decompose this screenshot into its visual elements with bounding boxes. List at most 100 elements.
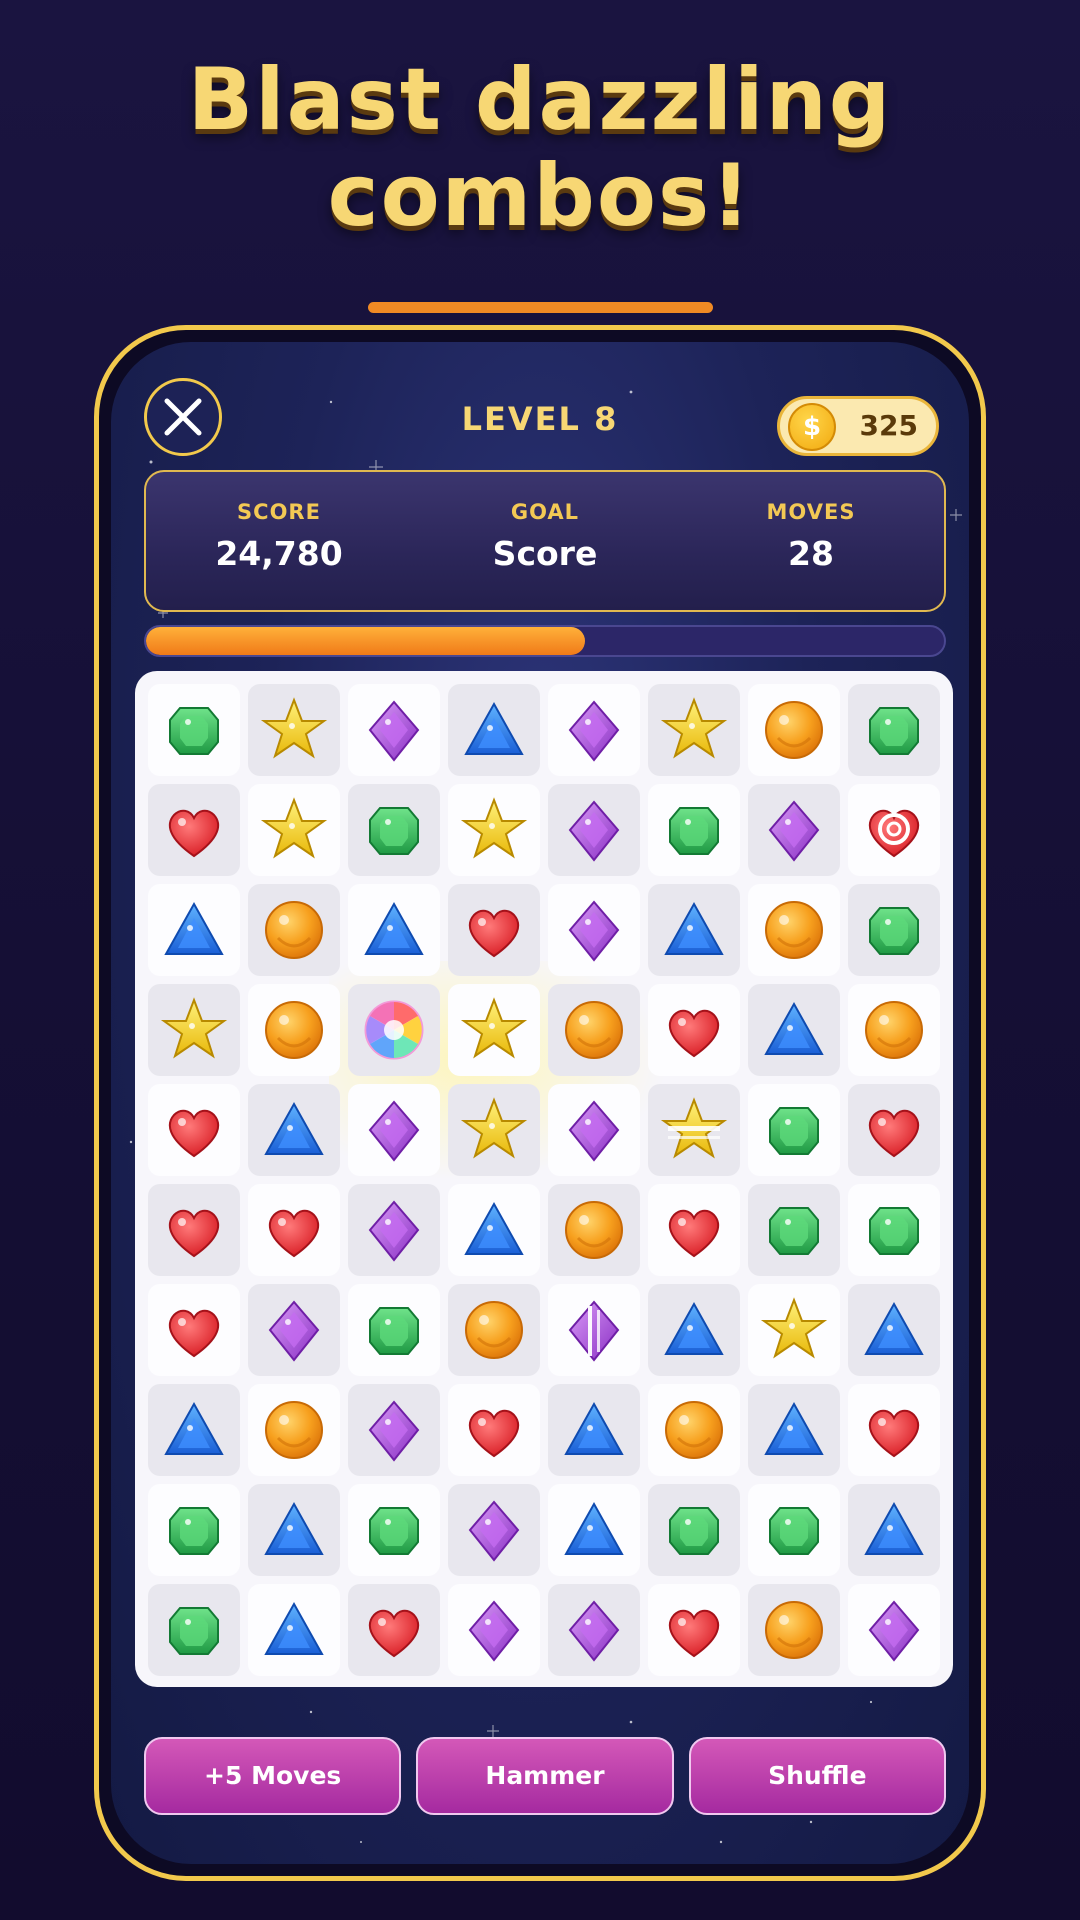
board-cell[interactable] (748, 1584, 840, 1676)
board-cell[interactable] (548, 1384, 640, 1476)
board-cell[interactable] (348, 1284, 440, 1376)
board-cell[interactable] (148, 1484, 240, 1576)
board-cell[interactable] (448, 1584, 540, 1676)
board-cell[interactable] (448, 1084, 540, 1176)
board-cell[interactable] (648, 784, 740, 876)
board-cell[interactable] (748, 1384, 840, 1476)
board-cell[interactable] (648, 1584, 740, 1676)
board-cell[interactable] (248, 1384, 340, 1476)
board-cell[interactable] (148, 1184, 240, 1276)
board-cell[interactable] (748, 1084, 840, 1176)
board-cell[interactable] (848, 1584, 940, 1676)
green-gem-icon (369, 1307, 419, 1355)
board-cell[interactable] (248, 1484, 340, 1576)
board-cell[interactable] (348, 1384, 440, 1476)
orange-gem-icon (765, 901, 823, 959)
board-cell[interactable] (348, 1184, 440, 1276)
board-cell[interactable] (248, 984, 340, 1076)
board-cell[interactable] (548, 1584, 640, 1676)
board-cell[interactable] (148, 1284, 240, 1376)
board-cell[interactable] (448, 1184, 540, 1276)
board-cell[interactable] (848, 1084, 940, 1176)
board-cell[interactable] (648, 1184, 740, 1276)
board-cell[interactable] (448, 1284, 540, 1376)
board-cell[interactable] (348, 1584, 440, 1676)
board-cell[interactable] (848, 1284, 940, 1376)
board-cell[interactable] (248, 1084, 340, 1176)
board-cell[interactable] (248, 1584, 340, 1676)
board-cell[interactable] (448, 884, 540, 976)
board-cell[interactable] (548, 1484, 640, 1576)
board-cell[interactable] (848, 1484, 940, 1576)
rainbow-gem-icon (364, 1000, 424, 1060)
board-cell[interactable] (748, 884, 840, 976)
board-cell[interactable] (148, 784, 240, 876)
green-gem-icon (369, 1507, 419, 1555)
board-cell[interactable] (448, 784, 540, 876)
booster-plus-moves-button[interactable]: +5 Moves (144, 1737, 402, 1815)
board-cell[interactable] (848, 684, 940, 776)
board-cell[interactable] (148, 1584, 240, 1676)
board-cell[interactable] (248, 684, 340, 776)
board-cell[interactable] (148, 984, 240, 1076)
blue-gem-icon (164, 901, 224, 955)
board-cell[interactable] (148, 1084, 240, 1176)
board-cell[interactable] (348, 984, 440, 1076)
board-cell[interactable] (648, 1284, 740, 1376)
board-cell[interactable] (748, 1184, 840, 1276)
board-cell[interactable] (548, 884, 640, 976)
board-cell[interactable] (648, 984, 740, 1076)
board-cell[interactable] (148, 1384, 240, 1476)
coin-counter[interactable]: $ 325 (777, 396, 939, 456)
board-cell[interactable] (848, 884, 940, 976)
board-cell[interactable] (748, 784, 840, 876)
board-cell[interactable] (548, 1184, 640, 1276)
board-cell[interactable] (848, 1384, 940, 1476)
board-cell[interactable] (748, 1284, 840, 1376)
board-cell[interactable] (348, 884, 440, 976)
board-cell[interactable] (648, 884, 740, 976)
board-cell[interactable] (348, 1484, 440, 1576)
board-cell[interactable] (548, 1084, 640, 1176)
purple-gem-icon (568, 900, 620, 962)
stat-value: Score (492, 534, 598, 573)
board-cell[interactable] (148, 884, 240, 976)
board-cell[interactable] (648, 1084, 740, 1176)
board-cell[interactable] (548, 784, 640, 876)
green-gem-icon (769, 1107, 819, 1155)
board-cell[interactable] (248, 1184, 340, 1276)
board-cell[interactable] (848, 1184, 940, 1276)
star-gem-icon (460, 797, 528, 859)
board-cell[interactable] (448, 984, 540, 1076)
star-striped-gem-icon (660, 1097, 728, 1159)
star-gem-icon (260, 697, 328, 759)
board-cell[interactable] (648, 1384, 740, 1476)
board-cell[interactable] (348, 1084, 440, 1176)
board-cell[interactable] (548, 1284, 640, 1376)
star-gem-icon (460, 1097, 528, 1159)
score-progress-bar (144, 625, 946, 657)
board-cell[interactable] (848, 784, 940, 876)
board-cell[interactable] (748, 1484, 840, 1576)
booster-hammer-button[interactable]: Hammer (416, 1737, 674, 1815)
board-cell[interactable] (648, 1484, 740, 1576)
board-cell[interactable] (748, 984, 840, 1076)
booster-shuffle-button[interactable]: Shuffle (688, 1737, 946, 1815)
blue-gem-icon (164, 1401, 224, 1455)
board-cell[interactable] (348, 684, 440, 776)
board-cell[interactable] (348, 784, 440, 876)
heart-gem-icon (868, 1109, 920, 1158)
board-cell[interactable] (548, 984, 640, 1076)
board-cell[interactable] (648, 684, 740, 776)
blue-gem-icon (264, 1101, 324, 1155)
board-cell[interactable] (748, 684, 840, 776)
board-cell[interactable] (448, 684, 540, 776)
board-cell[interactable] (448, 1384, 540, 1476)
board-cell[interactable] (248, 1284, 340, 1376)
board-cell[interactable] (248, 784, 340, 876)
board-cell[interactable] (548, 684, 640, 776)
board-cell[interactable] (148, 684, 240, 776)
board-cell[interactable] (848, 984, 940, 1076)
board-cell[interactable] (448, 1484, 540, 1576)
board-cell[interactable] (248, 884, 340, 976)
